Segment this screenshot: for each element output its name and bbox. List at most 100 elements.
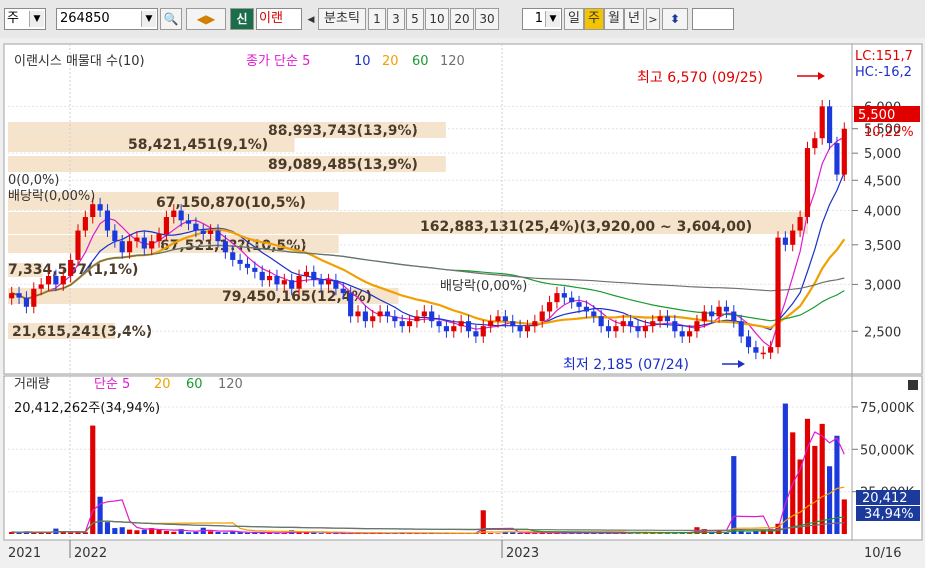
price-tick-label: 5,000 [864, 147, 901, 162]
candle [804, 148, 811, 218]
scroll-button[interactable]: ⬍ [662, 8, 688, 30]
candle [31, 288, 37, 307]
candle [429, 311, 435, 322]
candle [834, 143, 840, 175]
close-icon[interactable] [908, 380, 918, 390]
candle [635, 326, 641, 332]
candle [664, 316, 671, 322]
volume-bar [819, 423, 825, 534]
candle [171, 210, 177, 218]
candle [502, 316, 508, 322]
interval-button-1[interactable]: 1 [368, 8, 386, 30]
volume-bar [171, 531, 177, 534]
candle [458, 321, 464, 327]
candle [443, 326, 449, 332]
volume-bar [193, 531, 199, 534]
dividend-label-0: 0(0,0%) [8, 173, 59, 188]
candle [782, 237, 788, 245]
period-button[interactable]: 분초틱 [318, 8, 366, 30]
candle [561, 293, 567, 298]
candle [163, 217, 169, 235]
prev-period-button[interactable]: ◀ [304, 8, 318, 30]
volume-bar [532, 533, 538, 534]
volume-bar [230, 531, 236, 534]
candle [325, 280, 332, 285]
candle [480, 326, 486, 337]
current-volume: 20,412 [862, 491, 908, 506]
candle [156, 234, 162, 242]
volume-bar [480, 510, 486, 534]
code-input[interactable]: 264850 ▼ [56, 8, 158, 30]
x-label-last-date: 10/16 [864, 546, 901, 561]
volume-bar [127, 529, 133, 534]
interval-button-30[interactable]: 30 [475, 8, 499, 30]
candle [296, 275, 302, 289]
interval-button-3[interactable]: 3 [387, 8, 405, 30]
candle [97, 204, 103, 211]
year-button[interactable]: 년 [624, 8, 644, 30]
candle [760, 352, 766, 355]
legend-ma-120: 120 [440, 54, 465, 69]
volume-bar [141, 529, 147, 534]
candle [620, 321, 626, 327]
volume-bar [97, 496, 103, 534]
candle [414, 316, 420, 322]
candle [694, 321, 700, 332]
volume-bar [244, 532, 251, 534]
candle [362, 311, 368, 322]
candle [517, 326, 523, 332]
chevron-down-icon: ▼ [141, 11, 156, 27]
candle [841, 128, 847, 175]
candle [23, 297, 29, 307]
candle [605, 326, 612, 332]
volume-bar [104, 522, 111, 534]
candle [16, 293, 22, 298]
speaker-icon: ◀▶ [196, 12, 216, 26]
sound-button[interactable]: ◀▶ [186, 8, 226, 30]
volume-bar [841, 499, 847, 534]
candle [569, 297, 575, 303]
interval-button-10[interactable]: 10 [425, 8, 449, 30]
month-button[interactable]: 월 [604, 8, 624, 30]
candle [827, 106, 833, 144]
price-tick-label: 4,500 [864, 174, 901, 189]
candle [112, 230, 118, 242]
volume-bar [75, 532, 81, 534]
new-button[interactable]: 신 [230, 8, 254, 30]
volume-bar [502, 532, 508, 534]
next-button[interactable]: > [646, 8, 660, 30]
price-legend-title: 이랜시스 매물대 수(10) [14, 54, 145, 69]
search-button[interactable]: 🔍 [160, 8, 182, 30]
candle [554, 293, 560, 303]
count-select[interactable]: 1 ▼ [522, 8, 562, 30]
volume-legend-ma-title: 단순 5 [94, 377, 130, 392]
volume-bar [731, 456, 737, 534]
x-label-2022: 2022 [74, 546, 107, 561]
stock-name-field[interactable]: 이랜 [256, 8, 302, 30]
legend-ma-20: 20 [382, 54, 399, 69]
volume-bar [495, 533, 501, 534]
day-button[interactable]: 일 [564, 8, 584, 30]
candle [650, 321, 656, 327]
week-button[interactable]: 주 [584, 8, 604, 30]
candle [583, 306, 589, 312]
candle [274, 275, 280, 285]
volume-bar [185, 532, 192, 534]
candle [723, 306, 729, 312]
candle [185, 220, 192, 224]
price-tick-label: 3,000 [864, 278, 901, 293]
interval-button-20[interactable]: 20 [450, 8, 474, 30]
market-label: 주 [7, 11, 19, 26]
candle [819, 106, 825, 139]
candle [392, 316, 398, 322]
candle [149, 241, 155, 249]
candle [230, 252, 236, 260]
interval-button-5[interactable]: 5 [406, 8, 424, 30]
blank-input[interactable] [692, 8, 734, 30]
arrow-updown-icon: ⬍ [669, 12, 681, 26]
volume-bar [222, 532, 228, 534]
candle [775, 237, 781, 348]
volume-bar [782, 403, 788, 534]
volume-profile-label: 58,421,451(9,1%) [128, 137, 268, 153]
market-select[interactable]: 주 ▼ [4, 8, 46, 30]
